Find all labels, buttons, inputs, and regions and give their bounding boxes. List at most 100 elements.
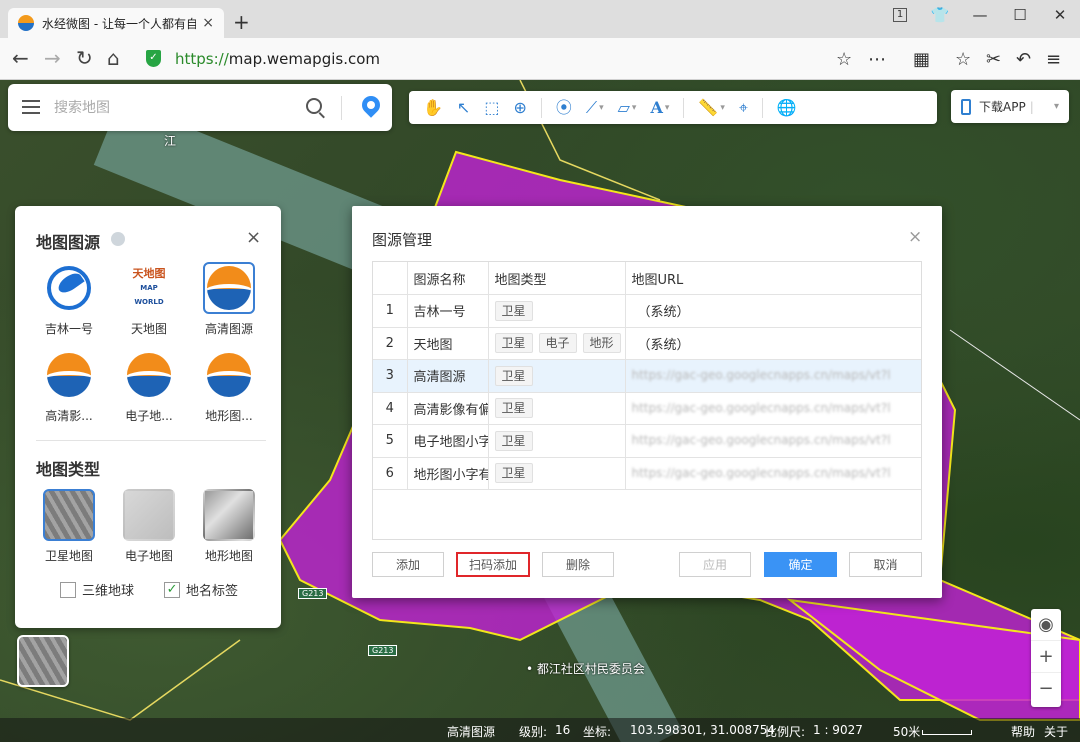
download-app-label: 下载APP — [979, 100, 1026, 114]
about-link[interactable]: 关于 — [1044, 723, 1068, 740]
locate-icon[interactable]: ◉ — [1031, 609, 1061, 641]
table-row[interactable]: 1 吉林一号 卫星 （系统） — [373, 294, 921, 328]
zoom-search-icon[interactable]: ⊕ — [513, 98, 526, 118]
row-url: （系统） — [625, 294, 921, 328]
column-header: 图源名称 — [407, 262, 489, 295]
checkbox-3d-globe[interactable]: 三维地球 — [60, 580, 134, 599]
pan-hand-icon[interactable]: ✋ — [423, 98, 443, 118]
source-item-hd-biased[interactable]: 高清影... — [29, 349, 109, 424]
tab-title: 水经微图 - 让每一个人都有自 — [42, 16, 197, 31]
zoom-in-button[interactable]: + — [1031, 641, 1061, 673]
row-url: https://gac-geo.googlecnapps.cn/maps/vt?… — [625, 359, 921, 393]
tab-close-icon[interactable]: × — [202, 15, 214, 31]
more-icon[interactable]: ⋯ — [868, 49, 886, 70]
checkbox-box[interactable] — [60, 581, 76, 598]
panel-checkboxes: 三维地球 ✓ 地名标签 — [60, 580, 238, 599]
polygon-icon[interactable]: ▱ — [618, 98, 637, 118]
browser-tab[interactable]: 水经微图 - 让每一个人都有自 × — [8, 8, 224, 38]
minimize-icon[interactable]: — — [960, 0, 1000, 30]
hamburger-menu-icon[interactable] — [22, 100, 40, 118]
search-input[interactable] — [54, 96, 284, 120]
cancel-button[interactable]: 取消 — [849, 552, 922, 577]
search-icon[interactable] — [306, 98, 322, 114]
map-type-terrain[interactable]: 地形地图 — [189, 489, 269, 564]
toolbar-divider — [540, 97, 542, 118]
status-scale: 1 : 9027 — [813, 723, 863, 737]
reload-icon[interactable]: ↻ — [76, 47, 93, 69]
checkbox-box-checked[interactable]: ✓ — [164, 581, 181, 598]
marker-icon[interactable]: ⦿ — [556, 98, 572, 118]
window-controls: 1 👕 — ☐ ✕ — [880, 0, 1080, 30]
skin-icon[interactable]: 👕 — [920, 0, 960, 30]
search-box — [8, 84, 392, 131]
status-coord-label: 坐标: — [583, 725, 612, 739]
apps-grid-icon[interactable]: ▦ — [913, 49, 930, 70]
table-row[interactable]: 3 高清图源 卫星 https://gac-geo.googlecnapps.c… — [373, 359, 921, 393]
new-tab-button[interactable]: + — [233, 12, 250, 32]
table-row[interactable]: 5 电子地图小字 卫星 https://gac-geo.googlecnapps… — [373, 424, 921, 458]
row-number: 5 — [373, 424, 408, 458]
scissors-icon[interactable]: ✂ — [986, 49, 1001, 70]
table-row[interactable]: 6 地形图小字有 卫星 https://gac-geo.googlecnapps… — [373, 457, 921, 490]
back-icon[interactable]: ← — [12, 47, 29, 69]
window-close-icon[interactable]: ✕ — [1040, 0, 1080, 30]
globe-icon[interactable] — [111, 232, 125, 246]
search-divider — [341, 96, 342, 120]
checkbox-place-labels[interactable]: ✓ 地名标签 — [164, 580, 238, 599]
maximize-icon[interactable]: ☐ — [1000, 0, 1040, 30]
basemap-switch-thumbnail[interactable] — [17, 635, 69, 687]
bookmark-star-icon[interactable]: ☆ — [836, 49, 852, 70]
polyline-icon[interactable]: ⟋ — [586, 98, 604, 118]
close-icon[interactable]: × — [908, 227, 922, 247]
undo-icon[interactable]: ↶ — [1016, 49, 1031, 70]
add-button[interactable]: 添加 — [372, 552, 444, 577]
text-icon[interactable]: A — [650, 98, 669, 118]
globe-icon[interactable]: 🌐 — [777, 98, 797, 118]
select-arrow-icon[interactable]: ↖ — [457, 98, 470, 118]
box-select-icon[interactable]: ⬚ — [484, 98, 499, 118]
address-bar[interactable]: https://map.wemapgis.com — [175, 50, 380, 68]
source-item-hd[interactable]: 高清图源 — [189, 262, 269, 337]
source-item-jilin[interactable]: 吉林一号 — [29, 262, 109, 337]
row-url-text: https://gac-geo.googlecnapps.cn/maps/vt?… — [631, 368, 891, 383]
chevron-down-icon[interactable]: ▾ — [1054, 101, 1059, 112]
home-icon[interactable]: ⌂ — [107, 47, 120, 69]
delete-button[interactable]: 删除 — [542, 552, 614, 577]
row-url: https://gac-geo.googlecnapps.cn/maps/vt?… — [625, 392, 921, 425]
location-pin-icon[interactable] — [358, 92, 384, 118]
map-type-satellite[interactable]: 卫星地图 — [29, 489, 109, 564]
download-app-button[interactable]: 下载APP | ▾ — [951, 90, 1069, 123]
type-tag: 卫星 — [494, 430, 533, 451]
table-row[interactable]: 2 天地图 卫星 电子 地形 （系统） — [373, 327, 921, 360]
table-row[interactable]: 4 高清影像有偏 卫星 https://gac-geo.googlecnapps… — [373, 392, 921, 425]
pointer-info-icon[interactable]: ⌖ — [739, 98, 748, 118]
secure-shield-icon: ✓ — [146, 50, 161, 67]
menu-icon[interactable]: ≡ — [1046, 49, 1061, 70]
zoom-out-button[interactable]: − — [1031, 673, 1061, 705]
source-item-electronic[interactable]: 电子地... — [109, 349, 189, 424]
row-name: 电子地图小字 — [407, 424, 489, 458]
close-icon[interactable]: × — [246, 227, 261, 248]
column-header: 地图URL — [625, 262, 921, 295]
scan-add-button[interactable]: 扫码添加 — [456, 552, 530, 577]
type-tag: 卫星 — [494, 365, 533, 386]
apply-button[interactable]: 应用 — [679, 552, 751, 577]
row-url-text: （系统） — [637, 337, 690, 353]
type-tag: 卫星 — [494, 398, 533, 419]
river-label: 江 — [164, 134, 177, 148]
village-label: • 都江社区村民委员会 — [526, 662, 645, 676]
ok-button[interactable]: 确定 — [764, 552, 837, 577]
row-types: 卫星 — [488, 359, 626, 393]
scale-bar — [922, 730, 972, 735]
help-link[interactable]: 帮助 — [1011, 723, 1035, 740]
ruler-icon[interactable]: 📏 — [698, 98, 724, 118]
map-type-electronic[interactable]: 电子地图 — [109, 489, 189, 564]
hd-logo-icon — [123, 349, 175, 401]
favorites-list-icon[interactable]: ☆ — [955, 49, 971, 70]
source-label: 吉林一号 — [44, 322, 93, 336]
source-item-terrain[interactable]: 地形图... — [189, 349, 269, 424]
row-name: 高清影像有偏 — [407, 392, 489, 425]
source-item-tianditu[interactable]: 天地图 MAP WORLD 天地图 — [109, 262, 189, 337]
tab-count-button[interactable]: 1 — [880, 0, 920, 30]
forward-icon[interactable]: → — [44, 47, 61, 69]
